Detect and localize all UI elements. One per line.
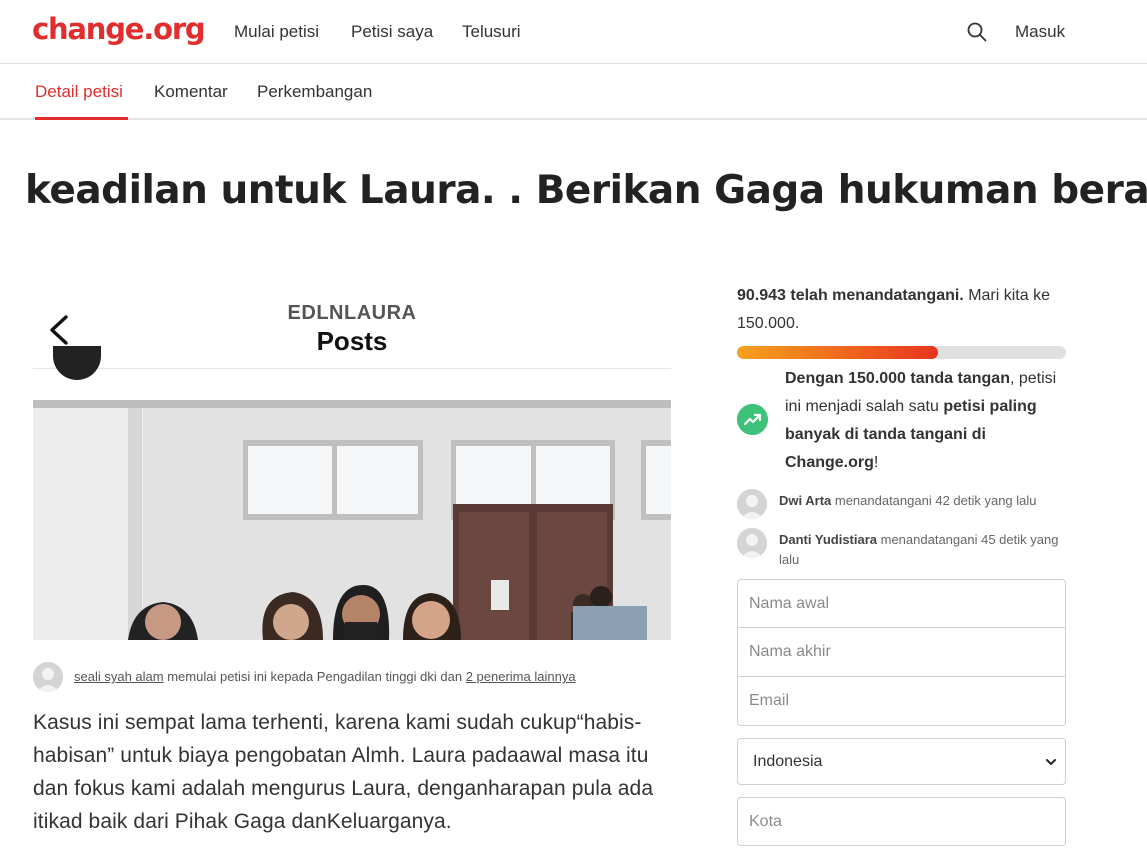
trending-up-icon: [737, 404, 768, 435]
last-name-field[interactable]: [737, 628, 1066, 677]
petition-photo: [33, 400, 671, 640]
signature-count: 90.943 telah menandatangani. Mari kita k…: [737, 282, 1072, 338]
nav-link-start-petition[interactable]: Mulai petisi: [234, 22, 319, 42]
country-select[interactable]: Indonesia: [737, 738, 1066, 785]
instagram-section-title: Posts: [316, 326, 388, 356]
change-org-logo[interactable]: change.org: [32, 12, 206, 46]
recent-signer-text: Danti Yudistiara menandatangani 45 detik…: [779, 530, 1069, 570]
tab-comments[interactable]: Komentar: [154, 82, 228, 102]
email-field[interactable]: [737, 677, 1066, 726]
milestone-part-1: Dengan 150.000 tanda tangan: [785, 370, 1010, 387]
top-navigation: change.org Mulai petisi Petisi saya Telu…: [0, 0, 1147, 64]
starter-middle-text: memulai petisi ini kepada Pengadilan tin…: [163, 669, 466, 684]
milestone-message: Dengan 150.000 tanda tangan, petisi ini …: [785, 365, 1075, 477]
instagram-username: EDLNLAURA: [287, 302, 417, 324]
petition-tabs: Detail petisi Komentar Perkembangan: [0, 64, 1147, 120]
signed-count-text: 90.943 telah menandatangani.: [737, 287, 964, 304]
first-name-field[interactable]: [737, 579, 1066, 628]
recent-signer-text: Dwi Arta menandatangani 42 detik yang la…: [779, 491, 1069, 511]
nav-link-my-petitions[interactable]: Petisi saya: [351, 22, 433, 42]
starter-avatar: [33, 662, 63, 692]
petition-title: keadilan untuk Laura. . Berikan Gaga huk…: [25, 168, 1147, 213]
milestone-part-4: !: [873, 454, 879, 471]
sign-petition-form: Indonesia: [737, 579, 1066, 846]
progress-fill: [737, 346, 938, 359]
city-field[interactable]: [737, 797, 1066, 846]
starter-name-link[interactable]: seali syah alam: [74, 669, 164, 684]
recent-signer-name: Danti Yudistiara: [779, 532, 878, 547]
recent-signer-name: Dwi Arta: [779, 493, 832, 508]
active-tab-indicator: [35, 117, 128, 120]
search-icon[interactable]: [966, 21, 988, 43]
starter-text: seali syah alam memulai petisi ini kepad…: [74, 669, 576, 684]
petition-starter: seali syah alam memulai petisi ini kepad…: [33, 662, 673, 692]
tab-petition-details[interactable]: Detail petisi: [35, 82, 123, 102]
petition-media: EDLNLAURA Posts: [33, 282, 671, 640]
nav-link-browse[interactable]: Telusuri: [462, 22, 521, 42]
login-link[interactable]: Masuk: [1015, 22, 1065, 42]
instagram-avatar: [53, 346, 101, 380]
avatar: [737, 528, 767, 558]
avatar: [737, 489, 767, 519]
recent-signer-action: menandatangani 42 detik yang lalu: [831, 493, 1037, 508]
tab-updates[interactable]: Perkembangan: [257, 82, 372, 102]
country-select-value: Indonesia: [753, 753, 823, 770]
signature-progress-bar: [737, 346, 1066, 359]
instagram-header: EDLNLAURA Posts: [33, 282, 671, 369]
other-recipients-link[interactable]: 2 penerima lainnya: [466, 669, 576, 684]
chevron-down-icon: [1046, 759, 1056, 765]
petition-body: Kasus ini sempat lama terhenti, karena k…: [33, 711, 654, 833]
